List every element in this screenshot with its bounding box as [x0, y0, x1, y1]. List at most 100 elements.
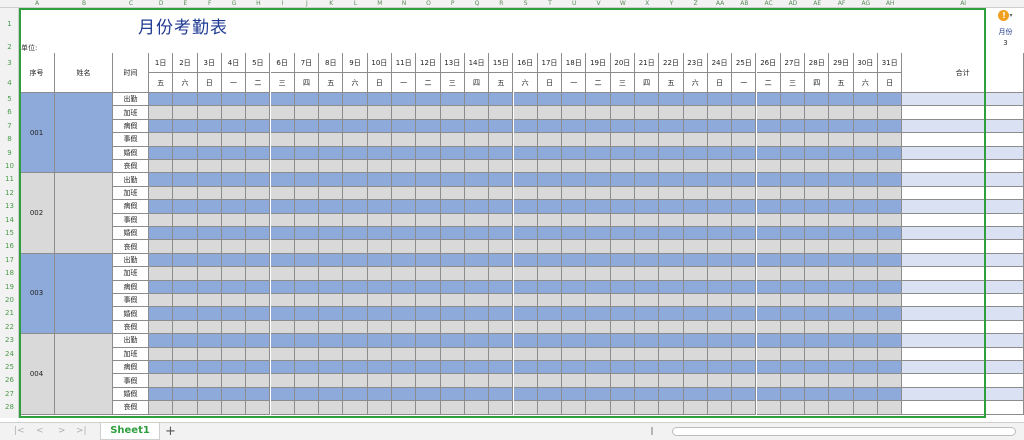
attendance-cell[interactable] — [319, 240, 344, 254]
attendance-cell[interactable] — [197, 267, 222, 281]
header-day[interactable]: 18日 — [562, 53, 587, 73]
attendance-cell[interactable] — [586, 401, 611, 415]
attendance-cell[interactable] — [197, 374, 222, 388]
attendance-cell[interactable] — [489, 401, 514, 415]
attendance-cell[interactable] — [780, 146, 806, 160]
attendance-cell[interactable] — [829, 173, 854, 187]
attendance-cell[interactable] — [416, 320, 441, 335]
column-letter[interactable]: AB — [732, 0, 756, 8]
attendance-cell[interactable] — [367, 200, 392, 214]
attendance-cell[interactable] — [246, 334, 271, 348]
attendance-cell[interactable] — [294, 240, 320, 254]
attendance-cell[interactable] — [732, 347, 757, 361]
attendance-cell[interactable] — [513, 106, 538, 120]
attendance-cell[interactable] — [586, 374, 611, 388]
header-time[interactable]: 时间 — [113, 53, 149, 93]
attendance-cell[interactable] — [367, 213, 392, 227]
attendance-cell[interactable] — [829, 227, 854, 241]
header-day[interactable]: 30日 — [853, 53, 878, 73]
attendance-cell[interactable] — [319, 106, 344, 120]
header-day[interactable]: 24日 — [707, 53, 733, 73]
column-letter[interactable]: I — [271, 0, 295, 8]
header-day[interactable]: 26日 — [756, 53, 781, 73]
attendance-cell[interactable] — [853, 213, 878, 227]
attendance-cell[interactable] — [683, 387, 708, 402]
attendance-cell[interactable] — [829, 119, 854, 134]
attendance-cell[interactable] — [270, 227, 295, 241]
attendance-cell[interactable] — [562, 280, 587, 294]
attendance-cell[interactable] — [392, 93, 417, 107]
attendance-cell[interactable] — [780, 227, 806, 241]
attendance-cell[interactable] — [756, 240, 781, 254]
attendance-cell[interactable] — [805, 374, 830, 388]
attendance-cell[interactable] — [878, 280, 903, 294]
attendance-cell[interactable] — [756, 173, 781, 187]
attendance-cell[interactable] — [197, 280, 222, 294]
attendance-cell[interactable] — [416, 119, 441, 134]
attendance-cell[interactable] — [878, 267, 903, 281]
attendance-cell[interactable] — [319, 401, 344, 415]
attendance-cell[interactable] — [489, 240, 514, 254]
attendance-cell[interactable] — [780, 133, 806, 147]
attendance-cell[interactable] — [270, 401, 295, 415]
attendance-cell[interactable] — [513, 253, 538, 268]
attendance-cell[interactable] — [221, 334, 247, 348]
attendance-cell[interactable] — [513, 347, 538, 361]
attendance-cell[interactable] — [610, 307, 635, 321]
column-letter[interactable]: P — [441, 0, 465, 8]
row-number[interactable]: 11 — [0, 173, 19, 186]
attendance-cell[interactable] — [562, 133, 587, 147]
attendance-cell[interactable] — [878, 106, 903, 120]
attendance-cell[interactable] — [343, 280, 368, 294]
row-number[interactable]: 8 — [0, 133, 19, 146]
month-value[interactable]: 3 — [987, 39, 1024, 47]
attendance-type-label[interactable]: 病假 — [113, 361, 149, 375]
attendance-cell[interactable] — [392, 213, 417, 227]
attendance-cell[interactable] — [343, 294, 368, 308]
column-letter[interactable]: AD — [781, 0, 805, 8]
attendance-cell[interactable] — [513, 146, 538, 160]
chevron-down-icon[interactable]: ▾ — [1009, 12, 1012, 19]
attendance-cell[interactable] — [513, 374, 538, 388]
header-day[interactable]: 9日 — [343, 53, 368, 73]
attendance-cell[interactable] — [562, 253, 587, 268]
attendance-cell[interactable] — [537, 280, 563, 294]
attendance-cell[interactable] — [392, 387, 417, 402]
attendance-cell[interactable] — [440, 160, 465, 174]
attendance-cell[interactable] — [221, 200, 247, 214]
attendance-cell[interactable] — [659, 186, 684, 201]
header-total[interactable]: 合计 — [902, 53, 1024, 93]
attendance-cell[interactable] — [319, 361, 344, 375]
header-day[interactable]: 12日 — [416, 53, 441, 73]
attendance-cell[interactable] — [319, 93, 344, 107]
row-number[interactable]: 9 — [0, 147, 19, 160]
attendance-cell[interactable] — [707, 200, 733, 214]
attendance-cell[interactable] — [586, 119, 611, 134]
attendance-cell[interactable] — [392, 320, 417, 335]
last-sheet-button[interactable]: >| — [76, 426, 87, 436]
attendance-cell[interactable] — [464, 307, 490, 321]
total-cell[interactable] — [902, 106, 1024, 120]
attendance-cell[interactable] — [513, 401, 538, 415]
attendance-cell[interactable] — [440, 253, 465, 268]
attendance-cell[interactable] — [878, 173, 903, 187]
header-day[interactable]: 27日 — [780, 53, 806, 73]
attendance-cell[interactable] — [853, 307, 878, 321]
attendance-cell[interactable] — [513, 240, 538, 254]
attendance-cell[interactable] — [221, 401, 247, 415]
attendance-cell[interactable] — [246, 401, 271, 415]
attendance-cell[interactable] — [732, 146, 757, 160]
attendance-cell[interactable] — [416, 347, 441, 361]
attendance-cell[interactable] — [537, 227, 563, 241]
row-number[interactable]: 24 — [0, 348, 19, 361]
attendance-cell[interactable] — [416, 280, 441, 294]
attendance-cell[interactable] — [367, 227, 392, 241]
attendance-type-label[interactable]: 加班 — [113, 347, 149, 361]
row-number[interactable]: 21 — [0, 307, 19, 320]
attendance-cell[interactable] — [221, 253, 247, 268]
header-day[interactable]: 14日 — [464, 53, 490, 73]
attendance-cell[interactable] — [829, 401, 854, 415]
attendance-cell[interactable] — [294, 227, 320, 241]
attendance-cell[interactable] — [270, 253, 295, 268]
attendance-cell[interactable] — [513, 200, 538, 214]
